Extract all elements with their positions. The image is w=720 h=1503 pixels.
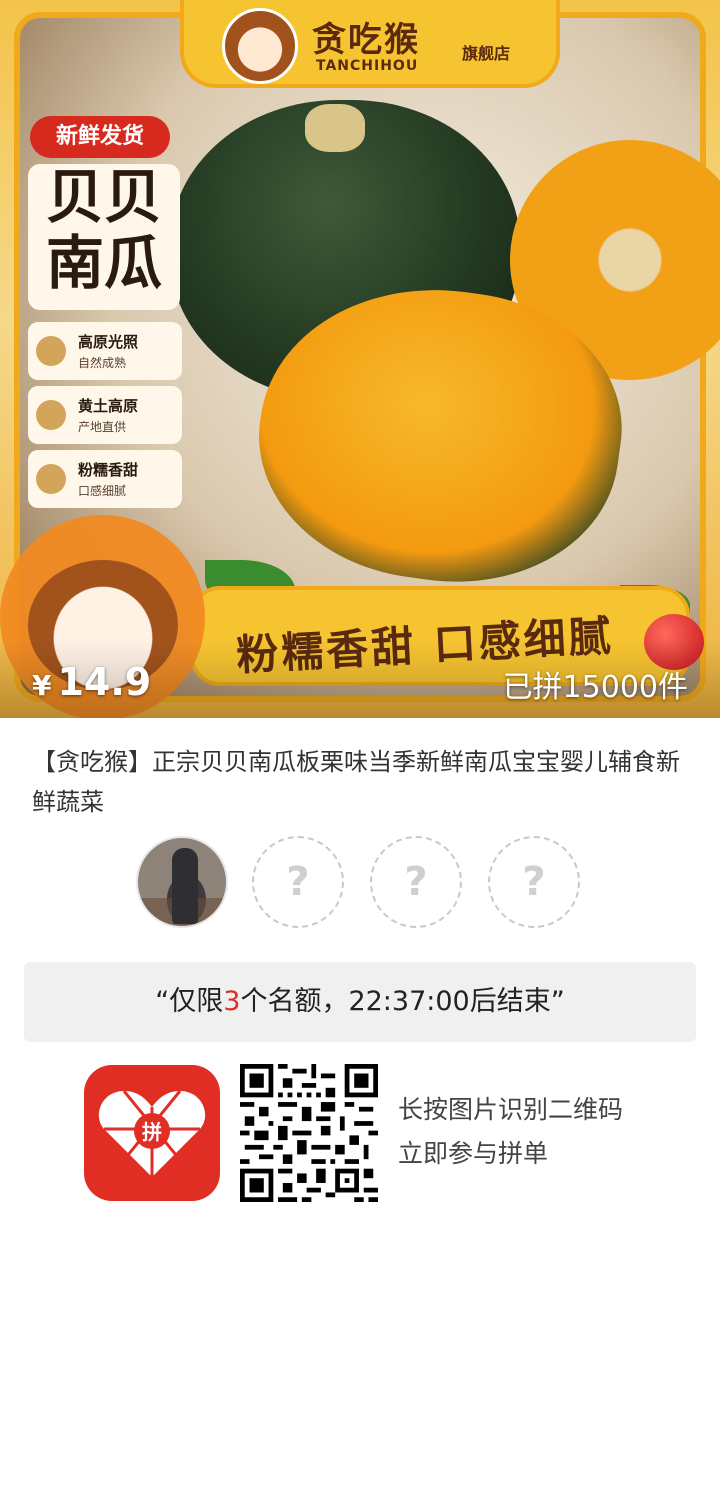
group-members: ? ? ?	[134, 836, 594, 934]
limit-count: 3	[223, 986, 241, 1017]
monkey-logo-icon	[222, 8, 298, 84]
product-name-box: 贝贝 南瓜	[28, 164, 180, 310]
mountain-icon	[36, 400, 66, 430]
price-amount: 14.9	[57, 660, 152, 704]
limit-suffix: 个名额，22:37:00后结束”	[240, 986, 565, 1017]
fresh-delivery-tag: 新鲜发货	[30, 116, 170, 158]
feature-title: 粉糯香甜	[78, 461, 139, 479]
feature-title: 黄土高原	[78, 397, 139, 415]
qr-hint-line1: 长按图片识别二维码	[398, 1095, 624, 1124]
currency-symbol: ¥	[32, 669, 52, 702]
feature-badge: 黄土高原 产地直供	[28, 386, 182, 444]
product-name-line2: 南瓜	[45, 229, 162, 297]
empty-member-slot: ?	[370, 836, 462, 928]
slots-remaining-notice: “仅限3个名额，22:37:00后结束”	[24, 962, 696, 1042]
empty-member-slot: ?	[252, 836, 344, 928]
product-image[interactable]: 贪吃猴 TANCHIHOU 旗舰店 新鲜发货 贝贝 南瓜 高原光照 自然成熟 黄…	[0, 0, 720, 718]
feature-title: 高原光照	[78, 333, 139, 351]
feature-badge: 粉糯香甜 口感细腻	[28, 450, 182, 508]
empty-member-slot: ?	[488, 836, 580, 928]
brand-store-label: 旗舰店	[462, 44, 511, 63]
feature-subtitle: 自然成熟	[78, 356, 127, 370]
brand-name: 贪吃猴	[312, 20, 420, 60]
sun-icon	[36, 336, 66, 366]
product-name-line1: 贝贝	[45, 163, 162, 231]
qr-instructions: 长按图片识别二维码 立即参与拼单	[398, 1088, 623, 1176]
feature-badge: 高原光照 自然成熟	[28, 322, 182, 380]
heart-logo-icon: 拼	[98, 1090, 206, 1177]
feature-subtitle: 产地直供	[78, 420, 127, 434]
pinduoduo-app-icon: 拼	[84, 1065, 220, 1201]
app-icon-text: 拼	[142, 1120, 162, 1144]
seed-icon	[36, 464, 66, 494]
brand-banner: 贪吃猴 TANCHIHOU 旗舰店	[180, 0, 560, 88]
avatar-photo-person	[172, 848, 198, 924]
feature-subtitle: 口感细腻	[78, 484, 127, 498]
product-title: 【贪吃猴】正宗贝贝南瓜板栗味当季新鲜南瓜宝宝婴儿辅食新鲜蔬菜	[32, 748, 680, 816]
group-price: ¥14.9	[32, 660, 151, 704]
sold-count: 已拼15000件	[502, 670, 688, 705]
qr-code[interactable]	[240, 1064, 378, 1202]
brand-pinyin: TANCHIHOU	[316, 58, 419, 74]
avatar[interactable]	[136, 836, 228, 928]
limit-prefix: “仅限	[155, 986, 224, 1017]
qr-hint-line2: 立即参与拼单	[398, 1139, 549, 1168]
pumpkin-stem-illustration	[305, 104, 365, 152]
